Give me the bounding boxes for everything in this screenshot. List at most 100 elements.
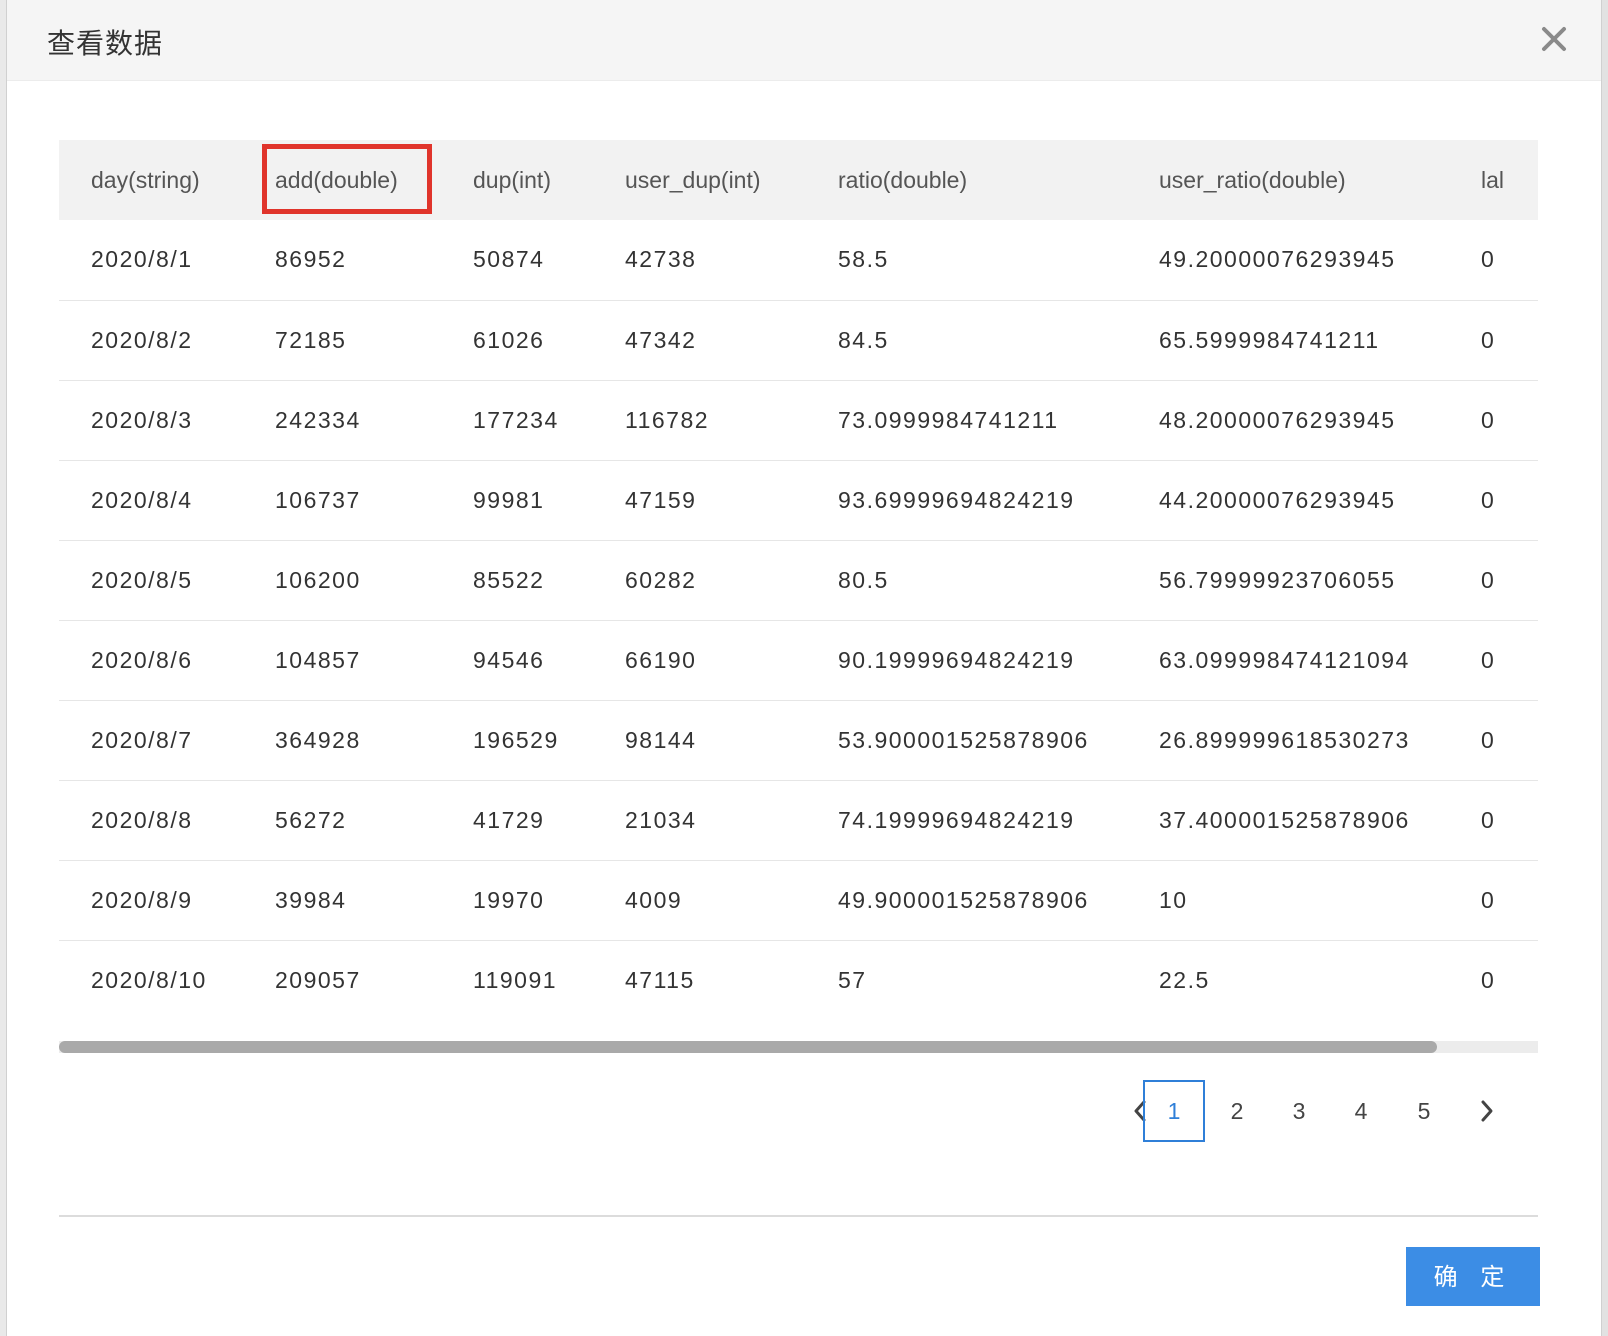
table-cell: 2020/8/10 (91, 966, 207, 993)
table-row: 2020/8/9 39984 19970 4009 49.900001525878906… (59, 860, 1538, 940)
table-cell: 2020/8/1 (91, 246, 193, 273)
column-header: day(string) (91, 166, 200, 193)
confirm-button[interactable]: 确 定 (1406, 1247, 1540, 1306)
table-cell: 41729 (473, 806, 545, 833)
table-cell: 57 (838, 966, 867, 993)
table-cell: 42738 (625, 246, 697, 273)
table-cell: 22.5 (1159, 966, 1210, 993)
table-cell: 49.900001525878906 (838, 886, 1089, 913)
table-cell: 56.79999923706055 (1159, 566, 1396, 593)
table-cell: 2020/8/9 (91, 886, 193, 913)
table-cell: 0 (1481, 806, 1496, 833)
table-cell: 39984 (275, 886, 347, 913)
table-row: 2020/8/3 242334 177234 116782 73.09999847412… (59, 380, 1538, 460)
table-row: 2020/8/6 104857 94546 66190 90.1999969482421… (59, 620, 1538, 700)
table-cell: 47342 (625, 326, 697, 353)
table-cell: 65.5999984741211 (1159, 326, 1380, 353)
page-3[interactable]: 3 (1268, 1080, 1330, 1142)
column-header: add(double) (275, 166, 398, 193)
table-row: 2020/8/4 106737 99981 47159 93.6999969482421… (59, 460, 1538, 540)
table-cell: 21034 (625, 806, 697, 833)
table-cell: 119091 (473, 966, 558, 993)
table-cell: 98144 (625, 726, 697, 753)
table-cell: 47115 (625, 966, 695, 993)
close-icon[interactable] (1537, 22, 1571, 56)
table-cell: 242334 (275, 406, 361, 433)
table-cell: 196529 (473, 726, 559, 753)
table-cell: 104857 (275, 646, 361, 673)
table-cell: 80.5 (838, 566, 889, 593)
table-row: 2020/8/8 56272 41729 21034 74.19999694824219… (59, 780, 1538, 860)
table-cell: 0 (1481, 566, 1496, 593)
column-header: dup(int) (473, 166, 551, 193)
table-cell: 0 (1481, 406, 1496, 433)
table-cell: 2020/8/8 (91, 806, 193, 833)
table-cell: 58.5 (838, 246, 889, 273)
table-cell: 66190 (625, 646, 697, 673)
table-cell: 0 (1481, 886, 1496, 913)
page-2[interactable]: 2 (1206, 1080, 1268, 1142)
dialog-header: 查看数据 (7, 0, 1601, 81)
page-4[interactable]: 4 (1330, 1080, 1392, 1142)
table-cell: 48.20000076293945 (1159, 406, 1396, 433)
table-cell: 94546 (473, 646, 545, 673)
table-cell: 53.900001525878906 (838, 726, 1089, 753)
table-cell: 106200 (275, 566, 361, 593)
column-header: user_dup(int) (625, 166, 761, 193)
table-cell: 10 (1159, 886, 1188, 913)
page-5[interactable]: 5 (1393, 1080, 1455, 1142)
column-header: lal (1481, 166, 1505, 193)
table-cell: 86952 (275, 246, 347, 273)
table-cell: 0 (1481, 486, 1496, 513)
footer-divider (59, 1215, 1538, 1217)
table-cell: 0 (1481, 326, 1496, 353)
next-page-icon[interactable] (1455, 1080, 1517, 1142)
table-cell: 60282 (625, 566, 697, 593)
table-cell: 99981 (473, 486, 545, 513)
table-cell: 106737 (275, 486, 361, 513)
table-cell: 0 (1481, 646, 1496, 673)
table-row: 2020/8/2 72185 61026 47342 84.5 65.5999984741… (59, 300, 1538, 380)
column-header: ratio(double) (838, 166, 968, 193)
dialog-title: 查看数据 (47, 28, 164, 59)
table-cell: 116782 (625, 406, 710, 433)
table-cell: 4009 (625, 886, 683, 913)
table-cell: 73.0999984741211 (838, 406, 1059, 433)
table-cell: 0 (1481, 966, 1496, 993)
data-table: day(string) add(double) dup(int) user_dup(i… (59, 140, 1538, 1020)
table-cell: 2020/8/6 (91, 646, 193, 673)
table-cell: 84.5 (838, 326, 889, 353)
table-cell: 177234 (473, 406, 559, 433)
table-row: 2020/8/10 209057 119091 47115 57 22.5 0 (59, 940, 1538, 1020)
table-cell: 2020/8/7 (91, 726, 193, 753)
table-cell: 85522 (473, 566, 545, 593)
table-cell: 72185 (275, 326, 347, 353)
table-cell: 209057 (275, 966, 361, 993)
table-cell: 63.099998474121094 (1159, 646, 1410, 673)
table-cell: 2020/8/2 (91, 326, 193, 353)
table-cell: 49.20000076293945 (1159, 246, 1396, 273)
table-cell: 0 (1481, 726, 1496, 753)
table-header-row: day(string) add(double) dup(int) user_dup(i… (59, 140, 1538, 220)
table-cell: 61026 (473, 326, 545, 353)
table-cell: 50874 (473, 246, 545, 273)
table-cell: 2020/8/4 (91, 486, 193, 513)
table-cell: 364928 (275, 726, 361, 753)
table-cell: 44.20000076293945 (1159, 486, 1396, 513)
table-row: 2020/8/5 106200 85522 60282 80.5 56.799999237… (59, 540, 1538, 620)
table-cell: 56272 (275, 806, 347, 833)
table-cell: 90.19999694824219 (838, 646, 1075, 673)
page-1[interactable]: 1 (1143, 1080, 1205, 1142)
table-cell: 2020/8/5 (91, 566, 193, 593)
table-cell: 74.19999694824219 (838, 806, 1075, 833)
table-cell: 93.69999694824219 (838, 486, 1075, 513)
table-cell: 0 (1481, 246, 1496, 273)
table-row: 2020/8/7 364928 196529 98144 53.900001525878… (59, 700, 1538, 780)
table-row: 2020/8/1 86952 50874 42738 58.5 49.2000007629… (59, 220, 1538, 300)
table-cell: 2020/8/3 (91, 406, 193, 433)
horizontal-scrollbar[interactable] (59, 1041, 1538, 1053)
table-cell: 26.899999618530273 (1159, 726, 1410, 753)
scrollbar-thumb[interactable] (59, 1041, 1437, 1053)
table-cell: 37.400001525878906 (1159, 806, 1410, 833)
data-table-container[interactable]: day(string) add(double) dup(int) user_dup(i… (59, 140, 1538, 1062)
